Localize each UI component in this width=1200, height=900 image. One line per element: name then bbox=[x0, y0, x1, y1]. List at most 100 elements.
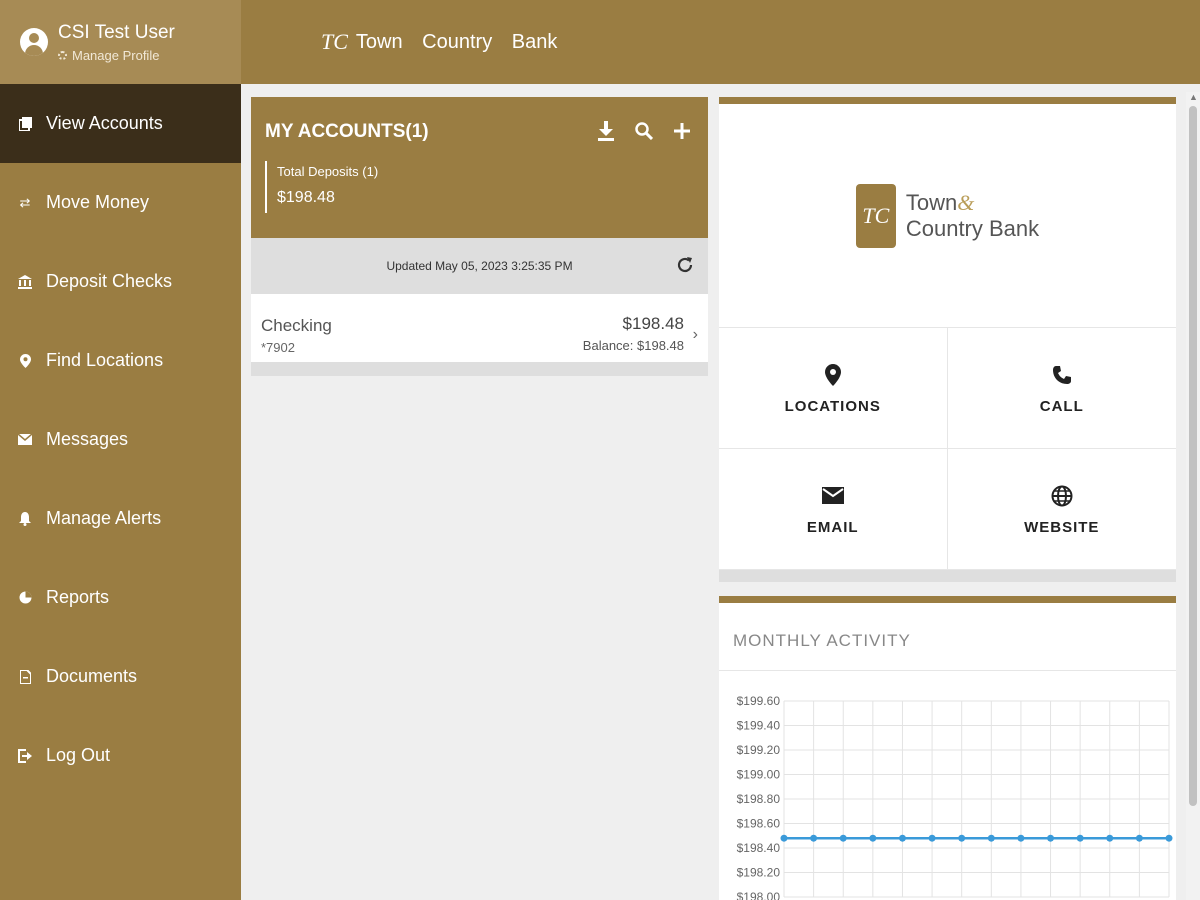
document-icon bbox=[18, 669, 32, 684]
data-point bbox=[1165, 834, 1173, 842]
monthly-activity-panel: MONTHLY ACTIVITY $199.60 $199.40 $199.20 $1… bbox=[719, 596, 1176, 900]
website-label: WEBSITE bbox=[1024, 518, 1100, 536]
sidebar-item-deposit-checks[interactable]: Deposit Checks bbox=[0, 242, 241, 321]
account-balance: Balance: $198.48 bbox=[582, 338, 684, 353]
data-point bbox=[1017, 834, 1025, 842]
data-point bbox=[810, 834, 818, 842]
sidebar-item-label: Messages bbox=[46, 429, 129, 449]
sidebar-item-label: Documents bbox=[46, 666, 138, 686]
sidebar-item-move-money[interactable]: ⇄ Move Money bbox=[0, 163, 241, 242]
contact-actions: LOCATIONS CALL EMAIL WEBSITE bbox=[719, 328, 1176, 570]
email-label: EMAIL bbox=[806, 518, 859, 536]
email-button[interactable]: EMAIL bbox=[719, 449, 948, 570]
sidebar-item-label: Reports bbox=[46, 587, 110, 607]
sidebar-item-label: Deposit Checks bbox=[46, 271, 173, 291]
pie-chart-icon bbox=[18, 591, 32, 605]
refresh-icon[interactable] bbox=[674, 254, 696, 276]
location-pin-icon bbox=[821, 362, 845, 388]
y-tick-label: $198.80 bbox=[737, 792, 781, 806]
updated-bar: Updated May 05, 2023 3:25:35 PM bbox=[251, 238, 708, 294]
profile-name: CSI Test User bbox=[58, 21, 175, 43]
manage-profile-link[interactable]: Manage Profile bbox=[58, 48, 175, 63]
search-icon[interactable] bbox=[634, 119, 654, 143]
sidebar-item-label: View Accounts bbox=[46, 113, 163, 133]
website-button[interactable]: WEBSITE bbox=[947, 449, 1176, 570]
data-point bbox=[958, 834, 966, 842]
data-point bbox=[1076, 834, 1084, 842]
sidebar-item-documents[interactable]: Documents bbox=[0, 637, 241, 716]
bank-logo: TC Town& Country Bank bbox=[719, 104, 1176, 328]
y-tick-label: $198.60 bbox=[737, 817, 781, 831]
sidebar-item-manage-alerts[interactable]: Manage Alerts bbox=[0, 479, 241, 558]
data-point bbox=[1135, 834, 1143, 842]
transfer-icon: ⇄ bbox=[19, 194, 31, 210]
sidebar-item-label: Move Money bbox=[46, 192, 150, 212]
envelope-icon bbox=[18, 433, 32, 447]
globe-icon bbox=[1050, 483, 1074, 509]
data-point bbox=[869, 834, 877, 842]
profile-text: CSI Test User Manage Profile bbox=[58, 22, 175, 63]
add-icon[interactable] bbox=[672, 119, 692, 143]
y-tick-label: $198.40 bbox=[737, 841, 781, 855]
monthly-activity-chart: $199.60 $199.40 $199.20 $199.00 $198.80 $198.… bbox=[719, 671, 1176, 900]
data-point bbox=[839, 834, 847, 842]
y-tick-label: $198.20 bbox=[737, 866, 781, 880]
sidebar-item-messages[interactable]: Messages bbox=[0, 400, 241, 479]
total-deposits: Total Deposits (1) $198.48 bbox=[265, 161, 694, 213]
sidebar-item-label: Find Locations bbox=[46, 350, 164, 370]
bank-icon bbox=[18, 274, 32, 289]
download-icon[interactable] bbox=[596, 119, 616, 143]
phone-icon bbox=[1050, 362, 1074, 388]
logo-line-2: Country Bank bbox=[905, 215, 1040, 241]
locations-label: LOCATIONS bbox=[784, 397, 881, 415]
top-bar: TC Town Country Bank bbox=[241, 0, 1200, 84]
sidebar-item-label: Log Out bbox=[46, 745, 111, 765]
sidebar-item-reports[interactable]: Reports bbox=[0, 558, 241, 637]
accounts-panel: MY ACCOUNTS(1) Total Deposits (1) $198.4… bbox=[251, 97, 708, 376]
data-point bbox=[1106, 834, 1114, 842]
total-deposits-label: Total Deposits (1) bbox=[277, 164, 379, 179]
accounts-icon bbox=[18, 116, 32, 131]
account-amount: $198.48 bbox=[622, 314, 684, 333]
sidebar: CSI Test User Manage Profile View Accoun… bbox=[0, 0, 241, 900]
total-deposits-value: $198.48 bbox=[277, 189, 335, 206]
locations-button[interactable]: LOCATIONS bbox=[719, 328, 948, 449]
logo-line-1: Town bbox=[905, 189, 958, 215]
sidebar-item-log-out[interactable]: Log Out bbox=[0, 716, 241, 795]
logout-icon bbox=[18, 748, 32, 763]
monthly-activity-title: MONTHLY ACTIVITY bbox=[719, 603, 1176, 671]
accounts-header: MY ACCOUNTS(1) Total Deposits (1) $198.4… bbox=[251, 97, 708, 238]
location-pin-icon bbox=[18, 353, 32, 368]
y-tick-label: $199.60 bbox=[737, 694, 781, 708]
data-point bbox=[898, 834, 906, 842]
accounts-toolbar bbox=[596, 119, 692, 143]
y-tick-label: $199.40 bbox=[737, 719, 781, 733]
y-tick-label: $198.00 bbox=[737, 890, 781, 900]
scrollbar-thumb[interactable] bbox=[1189, 106, 1197, 806]
user-avatar-icon bbox=[20, 28, 48, 56]
logo-ampersand: & bbox=[957, 189, 975, 215]
call-label: CALL bbox=[1039, 397, 1084, 415]
scrollbar[interactable]: ▲ bbox=[1186, 92, 1200, 900]
y-tick-label: $199.20 bbox=[737, 743, 781, 757]
call-button[interactable]: CALL bbox=[947, 328, 1176, 449]
bank-logo-text: Town& Country Bank bbox=[906, 190, 1039, 242]
activity-chart-svg: $199.60 $199.40 $199.20 $199.00 $198.80 $198.… bbox=[737, 694, 1173, 900]
sidebar-item-find-locations[interactable]: Find Locations bbox=[0, 321, 241, 400]
data-point bbox=[780, 834, 788, 842]
sidebar-nav: View Accounts ⇄ Move Money Deposit Check… bbox=[0, 84, 241, 795]
y-tick-label: $199.00 bbox=[737, 768, 781, 782]
sidebar-item-view-accounts[interactable]: View Accounts bbox=[0, 84, 241, 163]
data-point bbox=[928, 834, 936, 842]
manage-profile-label: Manage Profile bbox=[72, 47, 160, 63]
chevron-right-icon: › bbox=[692, 326, 698, 343]
updated-timestamp: Updated May 05, 2023 3:25:35 PM bbox=[386, 259, 573, 273]
envelope-icon bbox=[821, 483, 845, 509]
gear-icon bbox=[58, 50, 67, 60]
brand-title: Town Country Bank bbox=[355, 30, 558, 53]
scroll-up-arrow-icon[interactable]: ▲ bbox=[1189, 92, 1198, 102]
bank-panel-footer bbox=[719, 570, 1176, 582]
data-point bbox=[987, 834, 995, 842]
account-row-checking[interactable]: Checking *7902 $198.48 Balance: $198.48 … bbox=[251, 294, 708, 376]
profile-header[interactable]: CSI Test User Manage Profile bbox=[0, 0, 241, 84]
